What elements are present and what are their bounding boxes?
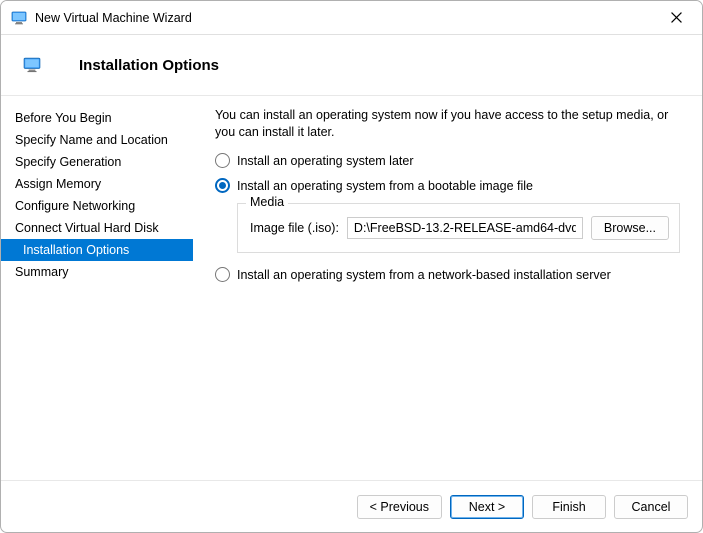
radio-install-image[interactable]	[215, 178, 230, 193]
image-file-label: Image file (.iso):	[250, 221, 339, 235]
nav-specify-generation[interactable]: Specify Generation	[1, 151, 193, 173]
radio-install-later[interactable]	[215, 153, 230, 168]
wizard-footer: < Previous Next > Finish Cancel	[1, 480, 702, 532]
wizard-window: New Virtual Machine Wizard Installation …	[0, 0, 703, 533]
radio-install-network-label: Install an operating system from a netwo…	[237, 268, 611, 282]
window-title: New Virtual Machine Wizard	[35, 11, 654, 25]
wizard-content: You can install an operating system now …	[193, 96, 702, 480]
browse-button[interactable]: Browse...	[591, 216, 669, 240]
nav-before-you-begin[interactable]: Before You Begin	[1, 107, 193, 129]
header-icon	[23, 56, 41, 74]
wizard-sidebar: Before You Begin Specify Name and Locati…	[1, 96, 193, 480]
cancel-button[interactable]: Cancel	[614, 495, 688, 519]
radio-install-later-label: Install an operating system later	[237, 154, 413, 168]
finish-button[interactable]: Finish	[532, 495, 606, 519]
close-button[interactable]	[654, 1, 698, 34]
intro-text: You can install an operating system now …	[215, 107, 680, 141]
nav-summary[interactable]: Summary	[1, 261, 193, 283]
radio-install-image-label: Install an operating system from a boota…	[237, 179, 533, 193]
media-group-legend: Media	[246, 195, 288, 209]
image-file-input[interactable]	[347, 217, 583, 239]
nav-installation-options[interactable]: Installation Options	[1, 239, 193, 261]
nav-assign-memory[interactable]: Assign Memory	[1, 173, 193, 195]
option-install-later[interactable]: Install an operating system later	[215, 153, 680, 168]
option-install-network[interactable]: Install an operating system from a netwo…	[215, 267, 680, 282]
radio-install-network[interactable]	[215, 267, 230, 282]
wizard-body: Before You Begin Specify Name and Locati…	[1, 95, 702, 480]
title-bar: New Virtual Machine Wizard	[1, 1, 702, 35]
nav-specify-name-location[interactable]: Specify Name and Location	[1, 129, 193, 151]
page-title: Installation Options	[79, 57, 219, 74]
next-button[interactable]: Next >	[450, 495, 524, 519]
option-install-image[interactable]: Install an operating system from a boota…	[215, 178, 680, 193]
close-icon	[671, 12, 682, 23]
image-file-row: Image file (.iso): Browse...	[250, 216, 669, 240]
app-icon	[11, 10, 27, 26]
previous-button[interactable]: < Previous	[357, 495, 442, 519]
wizard-header: Installation Options	[1, 35, 702, 95]
media-group: Media Image file (.iso): Browse...	[237, 203, 680, 253]
nav-configure-networking[interactable]: Configure Networking	[1, 195, 193, 217]
nav-connect-vhd[interactable]: Connect Virtual Hard Disk	[1, 217, 193, 239]
